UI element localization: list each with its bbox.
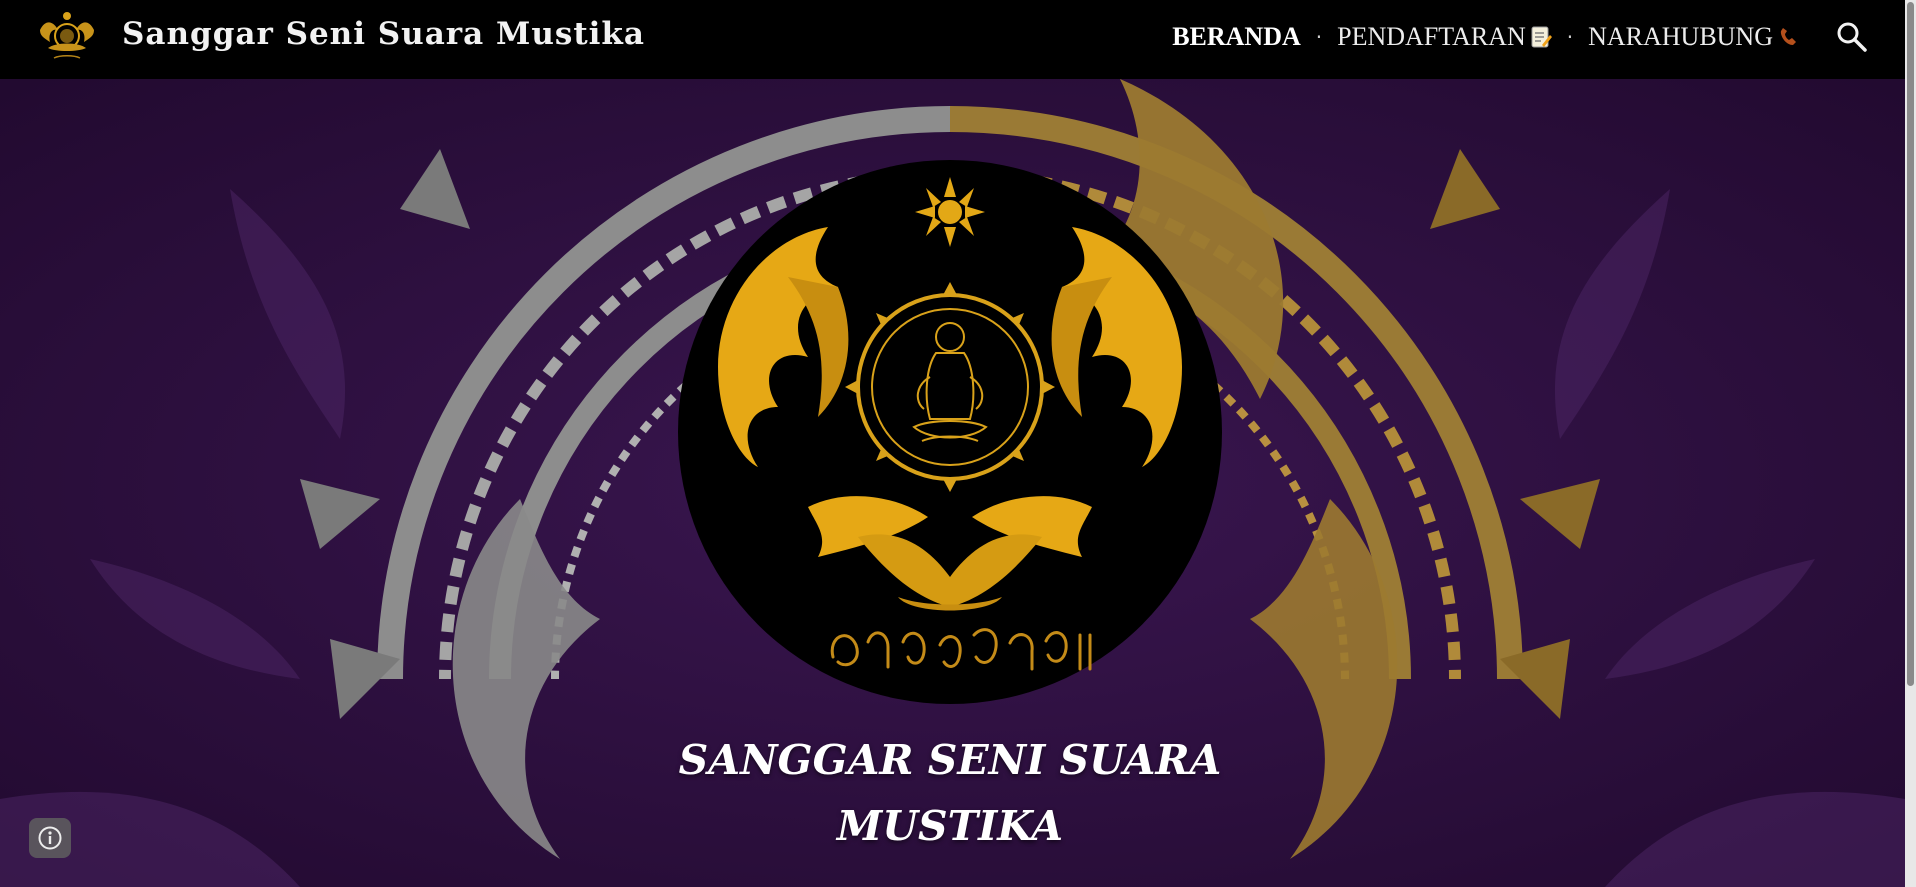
site-title[interactable]: Sanggar Seni Suara Mustika [122,16,645,52]
nav-item-label: NARAHUBUNG [1588,22,1773,51]
memo-icon [1531,26,1552,48]
nav-item-label: BERANDA [1172,22,1301,51]
nav-item-narahubung[interactable]: NARAHUBUNG [1588,22,1799,52]
nav-item-label: PENDAFTARAN [1337,22,1526,51]
scrollbar-thumb[interactable] [1907,2,1914,686]
hero-section: SANGGAR SENI SUARA MUSTIKA [0,79,1905,887]
info-button[interactable] [29,818,71,858]
search-icon[interactable] [1835,20,1869,54]
site-logo-icon[interactable] [36,8,98,66]
info-icon [38,826,62,850]
sanggar-emblem-image [678,160,1222,704]
page-scrollbar[interactable] [1905,0,1916,887]
hero-title-line-1: SANGGAR SENI SUARA [678,736,1222,784]
main-nav: BERANDA · PENDAFTARAN · NARAHUBUNG [1172,22,1799,52]
hero-title-line-2: MUSTIKA [836,802,1064,850]
nav-separator: · [1566,25,1574,49]
telephone-receiver-icon [1780,28,1796,45]
nav-item-pendaftaran[interactable]: PENDAFTARAN [1337,22,1552,52]
nav-item-beranda[interactable]: BERANDA [1172,22,1301,52]
nav-separator: · [1315,25,1323,49]
site-header: Sanggar Seni Suara Mustika BERANDA · PEN… [0,0,1905,79]
hero-title: SANGGAR SENI SUARA MUSTIKA [600,727,1300,859]
